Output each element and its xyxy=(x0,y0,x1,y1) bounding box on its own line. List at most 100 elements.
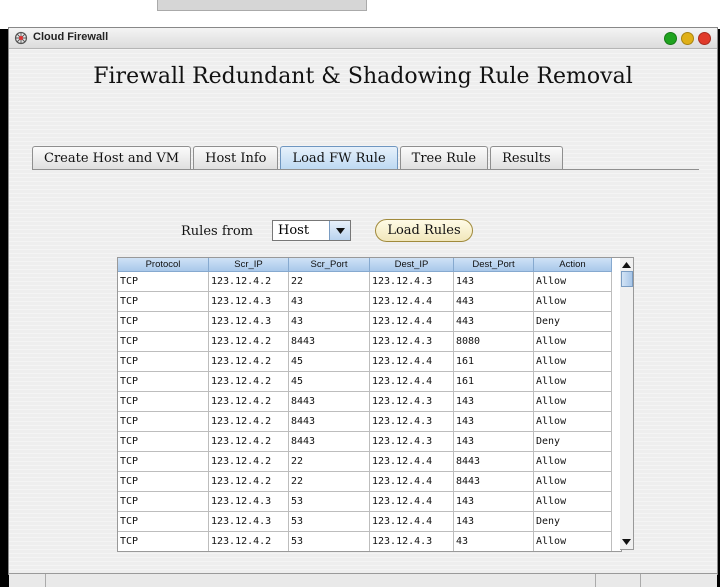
table-cell: Allow xyxy=(534,392,612,412)
table-cell: 8443 xyxy=(454,472,534,492)
table-cell: TCP xyxy=(118,352,209,372)
table-cell: 123.12.4.4 xyxy=(370,292,454,312)
table-row[interactable]: TCP 123.12.4.2 22 123.12.4.4 8443 Allow xyxy=(118,472,612,492)
background-window-bottom xyxy=(9,573,717,587)
table-cell: TCP xyxy=(118,312,209,332)
table-row[interactable]: TCP 123.12.4.2 8443 123.12.4.3 143 Allow xyxy=(118,392,612,412)
table-row[interactable]: TCP 123.12.4.3 53 123.12.4.4 143 Allow xyxy=(118,492,612,512)
table-cell: 123.12.4.2 xyxy=(209,372,289,392)
table-cell: 123.12.4.3 xyxy=(370,332,454,352)
table-cell: Deny xyxy=(534,432,612,452)
table-cell: 123.12.4.4 xyxy=(370,372,454,392)
table-cell: 123.12.4.3 xyxy=(209,312,289,332)
table-row[interactable]: TCP 123.12.4.2 22 123.12.4.4 8443 Allow xyxy=(118,452,612,472)
table-cell: Allow xyxy=(534,352,612,372)
table-cell: 123.12.4.3 xyxy=(370,392,454,412)
table-cell: 143 xyxy=(454,272,534,292)
table-cell: Allow xyxy=(534,412,612,432)
table-cell: 123.12.4.2 xyxy=(209,392,289,412)
table-row[interactable]: TCP 123.12.4.2 22 123.12.4.3 143 Allow xyxy=(118,272,612,292)
table-row[interactable]: TCP 123.12.4.2 45 123.12.4.4 161 Allow xyxy=(118,352,612,372)
rules-table: Protocol Scr_IP Scr_Port Dest_IP Dest_Port Ac… xyxy=(117,257,622,552)
tab-results[interactable]: Results xyxy=(490,146,563,170)
table-cell: Deny xyxy=(534,312,612,332)
scroll-thumb[interactable] xyxy=(621,271,633,287)
table-cell: 123.12.4.4 xyxy=(370,452,454,472)
table-cell: Allow xyxy=(534,272,612,292)
tab-load-fw-rule[interactable]: Load FW Rule xyxy=(280,146,398,170)
cloud-firewall-window: Cloud Firewall Firewall Redundant & Shad… xyxy=(8,27,718,575)
table-cell: TCP xyxy=(118,272,209,292)
chevron-down-icon[interactable] xyxy=(329,221,350,240)
column-header[interactable]: Scr_Port xyxy=(289,258,370,272)
table-row[interactable]: TCP 123.12.4.3 43 123.12.4.4 443 Allow xyxy=(118,292,612,312)
table-cell: 123.12.4.3 xyxy=(370,432,454,452)
table-cell: 43 xyxy=(454,532,534,551)
table-row[interactable]: TCP 123.12.4.3 53 123.12.4.4 143 Deny xyxy=(118,512,612,532)
table-cell: 123.12.4.4 xyxy=(370,492,454,512)
background-divider xyxy=(594,574,596,587)
table-cell: TCP xyxy=(118,512,209,532)
table-cell: TCP xyxy=(118,492,209,512)
window-title: Cloud Firewall xyxy=(33,31,109,43)
table-scrollbar[interactable] xyxy=(620,257,634,550)
table-cell: 43 xyxy=(289,312,370,332)
table-cell: 123.12.4.2 xyxy=(209,472,289,492)
table-cell: Allow xyxy=(534,372,612,392)
table-cell: 143 xyxy=(454,512,534,532)
tab-host-info[interactable]: Host Info xyxy=(193,146,279,170)
table-cell: 8443 xyxy=(289,332,370,352)
table-cell: TCP xyxy=(118,392,209,412)
maximize-button[interactable] xyxy=(681,32,694,45)
table-row[interactable]: TCP 123.12.4.2 53 123.12.4.3 43 Allow xyxy=(118,532,612,551)
table-cell: 161 xyxy=(454,372,534,392)
table-cell: Allow xyxy=(534,492,612,512)
table-cell: 123.12.4.2 xyxy=(209,272,289,292)
table-cell: 123.12.4.3 xyxy=(370,412,454,432)
column-header[interactable]: Dest_IP xyxy=(370,258,454,272)
page-title: Firewall Redundant & Shadowing Rule Remo… xyxy=(93,64,633,89)
tab-tree-rule[interactable]: Tree Rule xyxy=(399,146,489,170)
table-row[interactable]: TCP 123.12.4.2 8443 123.12.4.3 143 Deny xyxy=(118,432,612,452)
column-header[interactable]: Dest_Port xyxy=(454,258,534,272)
tab-create-host-and-vm[interactable]: Create Host and VM xyxy=(32,146,192,170)
table-cell: 8443 xyxy=(289,432,370,452)
column-header[interactable]: Action xyxy=(534,258,612,272)
table-cell: 22 xyxy=(289,452,370,472)
load-rules-button[interactable]: Load Rules xyxy=(375,219,473,242)
table-cell: 123.12.4.3 xyxy=(209,292,289,312)
table-cell: 443 xyxy=(454,292,534,312)
table-cell: 443 xyxy=(454,312,534,332)
table-row[interactable]: TCP 123.12.4.2 45 123.12.4.4 161 Allow xyxy=(118,372,612,392)
title-bar[interactable]: Cloud Firewall xyxy=(9,28,717,49)
table-cell: TCP xyxy=(118,472,209,492)
table-cell: TCP xyxy=(118,452,209,472)
table-cell: 161 xyxy=(454,352,534,372)
table-row[interactable]: TCP 123.12.4.2 8443 123.12.4.3 143 Allow xyxy=(118,412,612,432)
background-divider xyxy=(639,574,641,587)
table-cell: TCP xyxy=(118,332,209,352)
table-cell: 45 xyxy=(289,372,370,392)
table-row[interactable]: TCP 123.12.4.3 43 123.12.4.4 443 Deny xyxy=(118,312,612,332)
column-header[interactable]: Protocol xyxy=(118,258,209,272)
column-header[interactable]: Scr_IP xyxy=(209,258,289,272)
table-cell: Allow xyxy=(534,292,612,312)
table-cell: 123.12.4.3 xyxy=(209,492,289,512)
background-window-top xyxy=(0,0,720,29)
table-cell: 8443 xyxy=(289,392,370,412)
close-button[interactable] xyxy=(698,32,711,45)
scroll-down-icon[interactable] xyxy=(620,536,633,548)
scroll-up-icon[interactable] xyxy=(620,259,633,271)
tab-bar: Create Host and VM Host Info Load FW Rul… xyxy=(32,146,565,170)
table-cell: 143 xyxy=(454,492,534,512)
table-cell: 123.12.4.4 xyxy=(370,312,454,332)
table-cell: TCP xyxy=(118,412,209,432)
table-cell: TCP xyxy=(118,532,209,551)
rules-from-select[interactable]: Host xyxy=(272,220,351,241)
table-row[interactable]: TCP 123.12.4.2 8443 123.12.4.3 8080 Allow xyxy=(118,332,612,352)
table-cell: 45 xyxy=(289,352,370,372)
table-cell: 123.12.4.2 xyxy=(209,412,289,432)
table-cell: 123.12.4.3 xyxy=(370,532,454,551)
table-cell: 8443 xyxy=(454,452,534,472)
minimize-button[interactable] xyxy=(664,32,677,45)
